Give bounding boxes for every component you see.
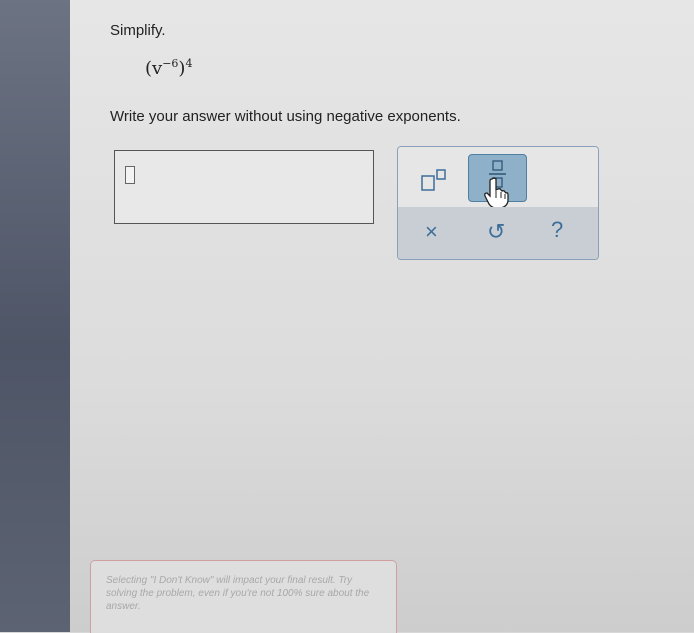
dont-know-notice: Selecting "I Don't Know" will impact you…: [90, 560, 397, 633]
math-toolbar: × ↺ ?: [397, 146, 599, 260]
clear-button[interactable]: ×: [425, 219, 438, 245]
answer-input[interactable]: [114, 150, 374, 224]
fraction-button[interactable]: [468, 154, 527, 209]
problem-title: Simplify.: [110, 22, 166, 39]
left-sidebar-strip: [0, 0, 70, 632]
toolbar-bottom-row: × ↺ ?: [398, 207, 598, 259]
undo-button[interactable]: ↺: [487, 219, 505, 245]
inner-exponent: −6: [162, 57, 179, 70]
question-pane: Simplify. (v−6)4 Write your answer witho…: [70, 0, 694, 633]
expression-base: v: [152, 58, 163, 79]
notice-text: Selecting "I Don't Know" will impact you…: [106, 575, 370, 612]
open-paren: (: [145, 58, 153, 79]
exponent-button[interactable]: [420, 167, 450, 193]
input-placeholder-box: [125, 166, 135, 184]
superscript-icon: [421, 169, 446, 191]
toolbar-top-row: [398, 147, 598, 209]
problem-instruction: Write your answer without using negative…: [110, 108, 461, 125]
hand-cursor-icon: [484, 177, 509, 209]
math-expression: (v−6)4: [145, 58, 192, 78]
help-button[interactable]: ?: [551, 217, 563, 243]
outer-exponent: 4: [185, 57, 193, 70]
